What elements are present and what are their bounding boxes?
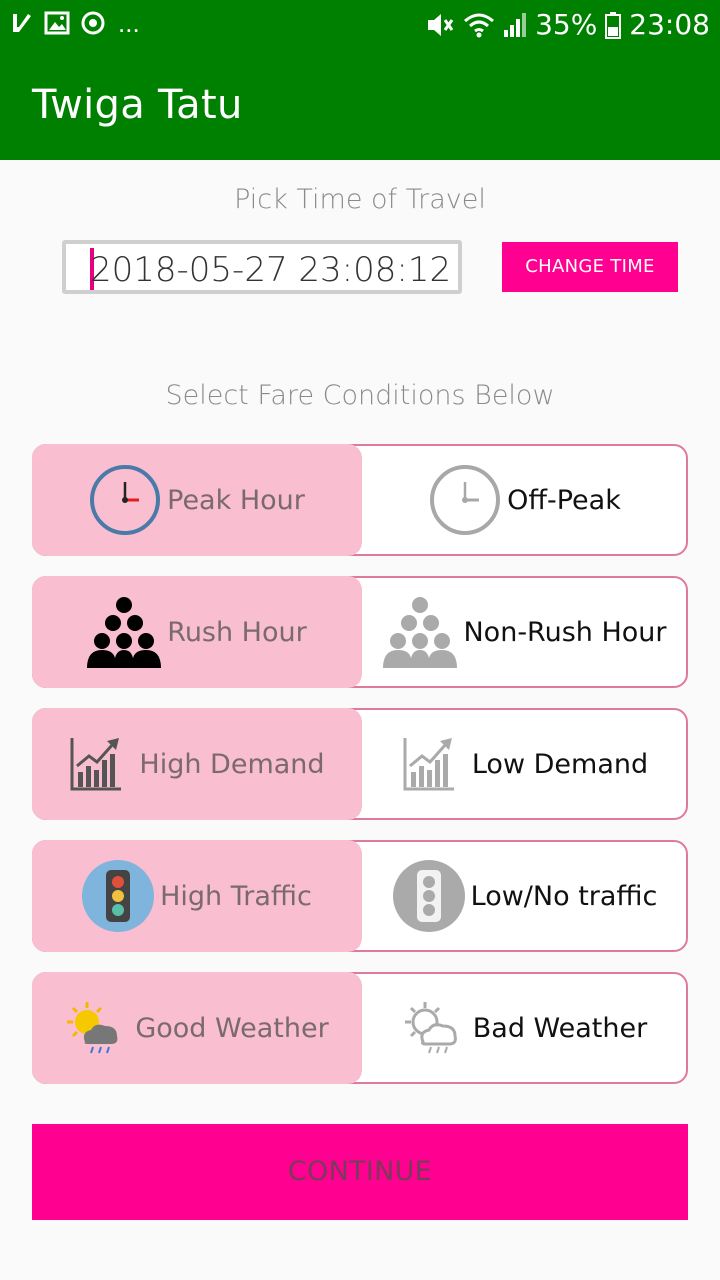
- good-weather-label: Good Weather: [135, 1012, 329, 1044]
- signal-icon: [503, 12, 527, 38]
- low-traffic-label: Low/No traffic: [470, 880, 658, 912]
- bad-weather-option[interactable]: Bad Weather: [362, 974, 688, 1082]
- notification-icons: ...: [10, 10, 140, 36]
- system-icons: 35% 23:08: [425, 8, 710, 41]
- clock-icon: [89, 464, 161, 536]
- sun-cloud-icon: [65, 1000, 121, 1056]
- off-peak-label: Off-Peak: [507, 484, 621, 516]
- more-notifications: ...: [118, 8, 140, 38]
- rush-toggle: Rush Hour Non-Rush Hour: [32, 576, 688, 688]
- off-peak-option[interactable]: Off-Peak: [362, 446, 688, 554]
- travel-datetime-value: 2018-05-27 23:08:12: [90, 250, 452, 290]
- clock-time: 23:08: [629, 8, 710, 41]
- weather-toggle: Good Weather Bad Weather: [32, 972, 688, 1084]
- traffic-light-icon: [392, 860, 465, 932]
- good-weather-option[interactable]: Good Weather: [32, 972, 362, 1084]
- clock-icon: [429, 464, 501, 536]
- peak-hour-option[interactable]: Peak Hour: [32, 444, 362, 556]
- status-bar: ... 35% 23:08: [0, 0, 720, 50]
- image-icon: [44, 11, 70, 35]
- bad-weather-label: Bad Weather: [472, 1012, 648, 1044]
- crowd-icon: [383, 596, 458, 668]
- change-time-button[interactable]: CHANGE TIME: [502, 242, 678, 292]
- chart-icon: [402, 736, 456, 792]
- sync-icon: [80, 10, 106, 36]
- high-demand-option[interactable]: High Demand: [32, 708, 362, 820]
- low-traffic-option[interactable]: Low/No traffic: [362, 842, 688, 950]
- peak-hour-label: Peak Hour: [167, 484, 305, 516]
- chart-icon: [69, 736, 123, 792]
- mute-icon: [425, 11, 455, 39]
- continue-button[interactable]: CONTINUE: [32, 1124, 688, 1220]
- crowd-icon: [87, 596, 162, 668]
- non-rush-hour-option[interactable]: Non-Rush Hour: [362, 578, 688, 686]
- travel-datetime-field[interactable]: 2018-05-27 23:08:12: [62, 240, 462, 294]
- high-demand-label: High Demand: [139, 748, 325, 780]
- rush-hour-option[interactable]: Rush Hour: [32, 576, 362, 688]
- app-title: Twiga Tatu: [32, 82, 243, 128]
- sun-cloud-icon: [403, 1000, 459, 1056]
- app-bar: Twiga Tatu: [0, 50, 720, 160]
- low-demand-label: Low Demand: [471, 748, 649, 780]
- fare-conditions-label: Select Fare Conditions Below: [165, 380, 555, 411]
- traffic-toggle: High Traffic Low/No traffic: [32, 840, 688, 952]
- wifi-icon: [463, 11, 495, 39]
- battery-level: 35%: [535, 8, 598, 41]
- peak-toggle: Peak Hour Off-Peak: [32, 444, 688, 556]
- traffic-light-icon: [82, 860, 155, 932]
- battery-icon: [605, 11, 622, 39]
- rush-hour-label: Rush Hour: [167, 616, 307, 648]
- high-traffic-option[interactable]: High Traffic: [32, 840, 362, 952]
- travel-time-label: Pick Time of Travel: [234, 184, 486, 215]
- check-icon: [10, 11, 34, 35]
- high-traffic-label: High Traffic: [160, 880, 312, 912]
- low-demand-option[interactable]: Low Demand: [362, 710, 688, 818]
- demand-toggle: High Demand Low Demand: [32, 708, 688, 820]
- non-rush-hour-label: Non-Rush Hour: [463, 616, 667, 648]
